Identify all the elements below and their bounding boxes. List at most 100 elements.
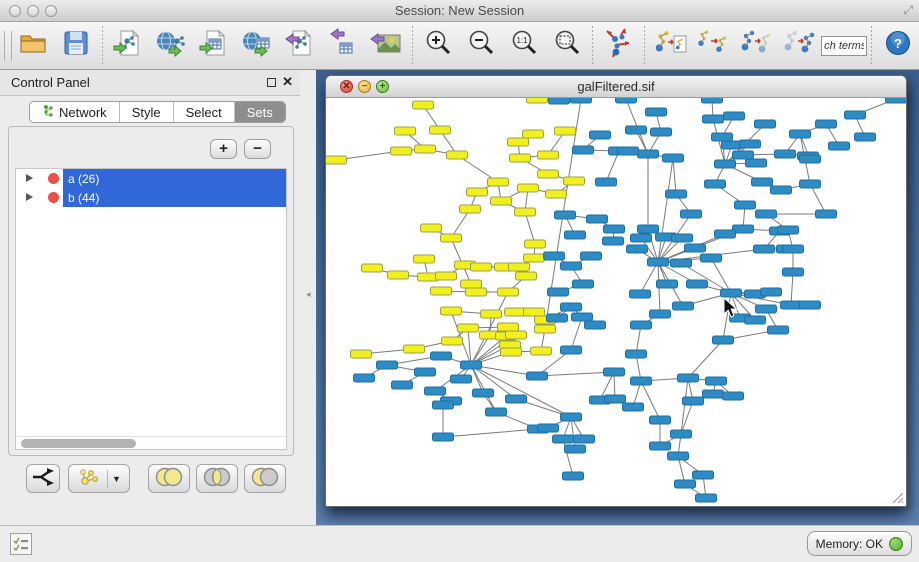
network-node-yellow[interactable]	[441, 307, 462, 315]
network-node-blue[interactable]	[675, 480, 696, 488]
network-node-yellow[interactable]	[518, 184, 539, 192]
network-node-blue[interactable]	[605, 395, 626, 403]
network-node-blue[interactable]	[703, 115, 724, 123]
network-node-blue[interactable]	[631, 234, 652, 242]
network-node-yellow[interactable]	[481, 310, 502, 318]
tab-select[interactable]: Select	[174, 102, 235, 122]
network-node-blue[interactable]	[561, 413, 582, 421]
import-network-file-button[interactable]	[107, 26, 150, 66]
network-node-blue[interactable]	[590, 131, 611, 139]
network-node-yellow[interactable]	[447, 151, 468, 159]
network-node-yellow[interactable]	[523, 130, 544, 138]
network-node-yellow[interactable]	[538, 151, 559, 159]
network-node-blue[interactable]	[701, 254, 722, 262]
network-node-blue[interactable]	[616, 98, 637, 103]
network-node-blue[interactable]	[754, 245, 775, 253]
network-node-blue[interactable]	[603, 237, 624, 245]
network-node-yellow[interactable]	[525, 240, 546, 248]
network-node-blue[interactable]	[761, 288, 782, 296]
export-network-button[interactable]	[279, 26, 322, 66]
export-image-button[interactable]	[365, 26, 408, 66]
network-node-blue[interactable]	[752, 178, 773, 186]
network-node-blue[interactable]	[778, 226, 799, 234]
network-node-blue[interactable]	[555, 211, 576, 219]
network-node-blue[interactable]	[671, 259, 692, 267]
network-node-blue[interactable]	[715, 230, 736, 238]
float-panel-icon[interactable]	[267, 78, 276, 87]
network-node-blue[interactable]	[604, 368, 625, 376]
group-nodes-button[interactable]	[649, 26, 692, 66]
horizontal-scrollbar[interactable]	[16, 436, 286, 449]
network-node-blue[interactable]	[415, 368, 436, 376]
network-node-blue[interactable]	[473, 389, 494, 397]
network-node-blue[interactable]	[574, 435, 595, 443]
network-node-blue[interactable]	[573, 146, 594, 154]
network-node-blue[interactable]	[561, 346, 582, 354]
network-node-blue[interactable]	[756, 305, 777, 313]
network-node-blue[interactable]	[683, 397, 704, 405]
network-node-blue[interactable]	[745, 316, 766, 324]
network-node-blue[interactable]	[800, 180, 821, 188]
import-table-file-button[interactable]	[193, 26, 236, 66]
network-node-blue[interactable]	[783, 268, 804, 276]
network-node-blue[interactable]	[775, 150, 796, 158]
import-network-url-button[interactable]	[150, 26, 193, 66]
network-node-yellow[interactable]	[460, 205, 481, 213]
network-node-yellow[interactable]	[431, 287, 452, 295]
network-node-blue[interactable]	[392, 381, 413, 389]
network-diff-button[interactable]	[692, 26, 735, 66]
network-node-yellow[interactable]	[442, 337, 463, 345]
network-node-blue[interactable]	[816, 210, 837, 218]
network-node-blue[interactable]	[721, 289, 742, 297]
network-node-blue[interactable]	[687, 280, 708, 288]
network-node-yellow[interactable]	[510, 154, 531, 162]
network-node-blue[interactable]	[723, 392, 744, 400]
network-node-blue[interactable]	[565, 445, 586, 453]
network-node-yellow[interactable]	[467, 188, 488, 196]
network-node-blue[interactable]	[626, 350, 647, 358]
network-node-blue[interactable]	[703, 390, 724, 398]
open-session-button[interactable]	[12, 26, 55, 66]
network-node-blue[interactable]	[538, 424, 559, 432]
network-node-blue[interactable]	[646, 108, 667, 116]
network-node-blue[interactable]	[631, 377, 652, 385]
network-node-blue[interactable]	[733, 151, 754, 159]
network-node-blue[interactable]	[623, 403, 644, 411]
network-node-blue[interactable]	[631, 321, 652, 329]
network-node-blue[interactable]	[886, 98, 907, 103]
tab-sets[interactable]: Sets	[235, 102, 285, 122]
network-node-blue[interactable]	[604, 225, 625, 233]
network-merge-alt-button[interactable]	[778, 26, 821, 66]
network-canvas[interactable]	[326, 98, 906, 506]
network-node-blue[interactable]	[668, 452, 689, 460]
network-node-yellow[interactable]	[505, 308, 526, 316]
network-node-blue[interactable]	[657, 280, 678, 288]
network-node-blue[interactable]	[756, 210, 777, 218]
network-node-yellow[interactable]	[524, 308, 545, 316]
search-input[interactable]	[821, 36, 867, 56]
network-node-yellow[interactable]	[388, 271, 409, 279]
network-node-yellow[interactable]	[458, 324, 479, 332]
network-node-blue[interactable]	[506, 395, 527, 403]
network-node-blue[interactable]	[561, 303, 582, 311]
network-node-yellow[interactable]	[491, 197, 512, 205]
network-node-yellow[interactable]	[461, 280, 482, 288]
network-node-blue[interactable]	[724, 112, 745, 120]
network-window-titlebar[interactable]: ✕ − + galFiltered.sif	[326, 76, 906, 98]
network-node-yellow[interactable]	[415, 145, 436, 153]
network-node-blue[interactable]	[650, 310, 671, 318]
network-node-blue[interactable]	[587, 215, 608, 223]
network-node-blue[interactable]	[702, 98, 723, 103]
help-button[interactable]: ?	[876, 26, 919, 66]
zoom-selected-button[interactable]	[545, 26, 588, 66]
dropdown-arrow-icon[interactable]: ▼	[112, 474, 121, 484]
network-node-yellow[interactable]	[535, 325, 556, 333]
set-difference-button[interactable]	[244, 464, 286, 493]
network-node-blue[interactable]	[565, 231, 586, 239]
network-node-blue[interactable]	[486, 408, 507, 416]
zoom-out-button[interactable]	[459, 26, 502, 66]
network-node-blue[interactable]	[433, 433, 454, 441]
memory-status-button[interactable]: Memory: OK	[807, 531, 912, 556]
network-node-blue[interactable]	[581, 252, 602, 260]
network-node-blue[interactable]	[461, 361, 482, 369]
